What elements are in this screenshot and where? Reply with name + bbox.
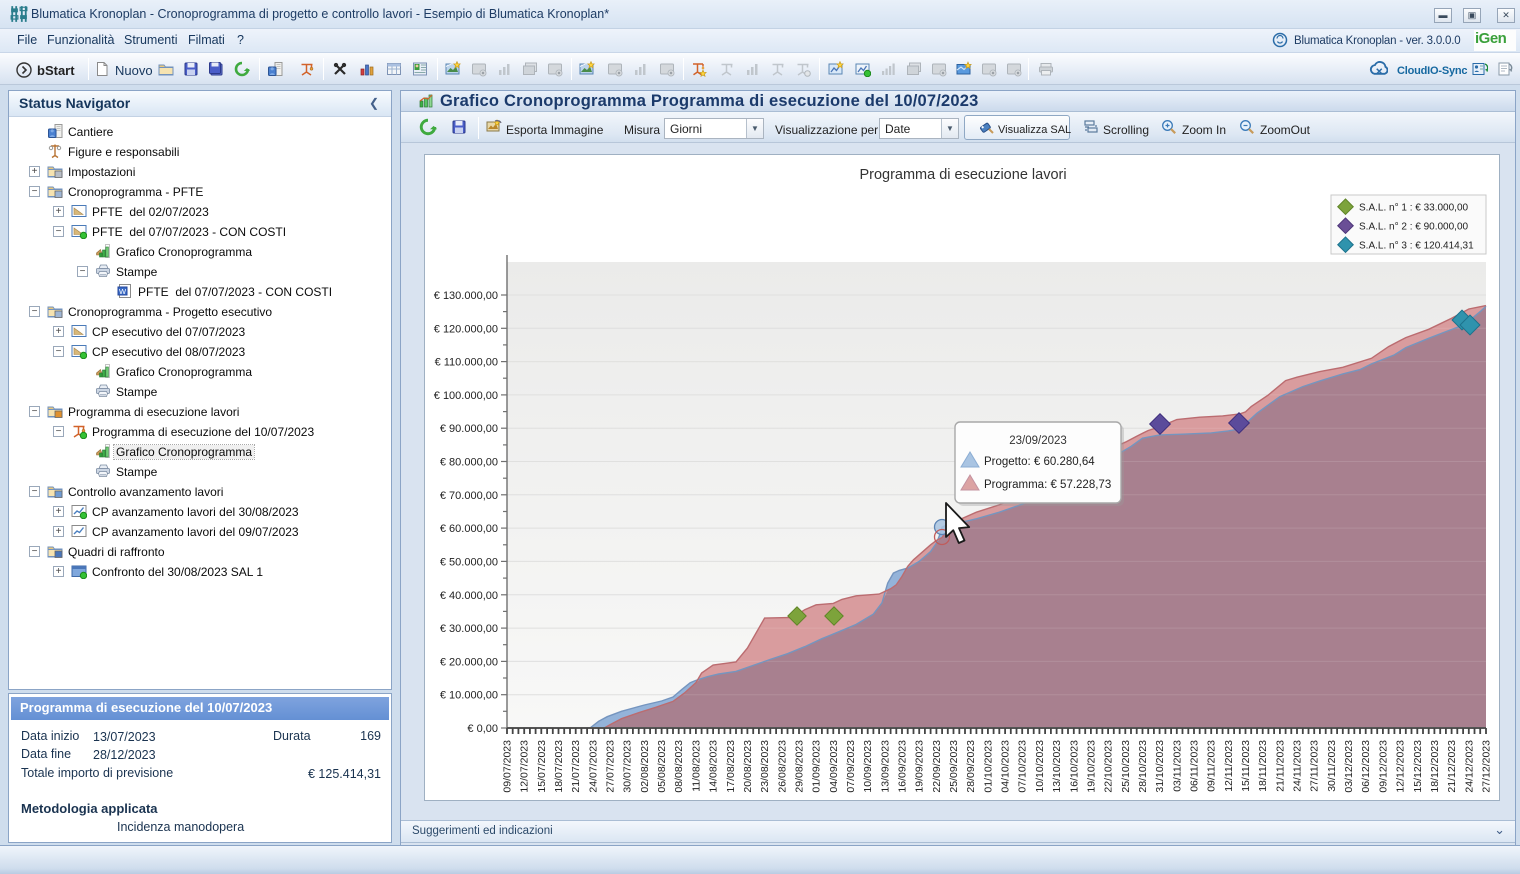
svg-text:09/07/2023: 09/07/2023 (502, 740, 514, 793)
svg-text:€ 110.000,00: € 110.000,00 (435, 357, 498, 369)
svg-text:06/11/2023: 06/11/2023 (1189, 740, 1201, 792)
svg-text:13/09/2023: 13/09/2023 (879, 740, 891, 793)
svg-text:21/07/2023: 21/07/2023 (570, 740, 582, 793)
svg-text:S.A.L. n° 3 : € 120.414,31: S.A.L. n° 3 : € 120.414,31 (1359, 241, 1474, 252)
svg-text:27/12/2023: 27/12/2023 (1481, 740, 1493, 793)
svg-text:12/07/2023: 12/07/2023 (519, 740, 531, 793)
svg-text:€ 30.000,00: € 30.000,00 (440, 623, 498, 635)
svg-text:19/09/2023: 19/09/2023 (914, 740, 926, 793)
svg-text:17/08/2023: 17/08/2023 (725, 740, 737, 793)
svg-text:€ 80.000,00: € 80.000,00 (440, 457, 498, 469)
svg-text:31/10/2023: 31/10/2023 (1154, 740, 1166, 793)
svg-text:15/12/2023: 15/12/2023 (1412, 740, 1424, 793)
svg-text:16/10/2023: 16/10/2023 (1068, 740, 1080, 793)
svg-text:22/09/2023: 22/09/2023 (931, 740, 943, 793)
svg-text:10/10/2023: 10/10/2023 (1034, 740, 1046, 793)
svg-text:24/11/2023: 24/11/2023 (1292, 740, 1304, 792)
svg-text:22/10/2023: 22/10/2023 (1103, 740, 1115, 793)
svg-text:30/07/2023: 30/07/2023 (622, 740, 634, 793)
svg-text:14/08/2023: 14/08/2023 (708, 740, 720, 793)
svg-text:€ 90.000,00: € 90.000,00 (440, 423, 498, 435)
svg-text:01/10/2023: 01/10/2023 (982, 740, 994, 793)
svg-text:€ 100.000,00: € 100.000,00 (434, 390, 498, 402)
svg-text:15/07/2023: 15/07/2023 (536, 740, 548, 793)
svg-text:11/08/2023: 11/08/2023 (690, 740, 702, 792)
svg-text:07/10/2023: 07/10/2023 (1017, 740, 1029, 793)
svg-text:12/12/2023: 12/12/2023 (1395, 740, 1407, 793)
svg-text:24/07/2023: 24/07/2023 (587, 740, 599, 793)
svg-text:€ 130.000,00: € 130.000,00 (434, 290, 498, 302)
svg-text:23/09/2023: 23/09/2023 (1009, 435, 1067, 447)
svg-text:13/10/2023: 13/10/2023 (1051, 740, 1063, 793)
svg-text:W: W (119, 287, 127, 296)
svg-text:S.A.L. n° 1 : € 33.000,00: S.A.L. n° 1 : € 33.000,00 (1359, 203, 1469, 214)
svg-text:€ 10.000,00: € 10.000,00 (440, 690, 498, 702)
svg-text:S.A.L. n° 2 : € 90.000,00: S.A.L. n° 2 : € 90.000,00 (1359, 222, 1469, 233)
svg-text:02/08/2023: 02/08/2023 (639, 740, 651, 793)
svg-text:€ 70.000,00: € 70.000,00 (440, 490, 498, 502)
svg-text:Programma: € 57.228,73: Programma: € 57.228,73 (984, 479, 1111, 491)
svg-text:27/07/2023: 27/07/2023 (605, 740, 617, 793)
svg-text:28/09/2023: 28/09/2023 (965, 740, 977, 793)
svg-text:04/10/2023: 04/10/2023 (1000, 740, 1012, 793)
svg-text:10/09/2023: 10/09/2023 (862, 740, 874, 793)
svg-text:29/08/2023: 29/08/2023 (794, 740, 806, 793)
svg-text:03/12/2023: 03/12/2023 (1343, 740, 1355, 793)
svg-text:€ 20.000,00: € 20.000,00 (440, 656, 498, 668)
svg-text:Programma di esecuzione lavori: Programma di esecuzione lavori (859, 167, 1066, 183)
svg-text:18/12/2023: 18/12/2023 (1429, 740, 1441, 793)
svg-text:21/12/2023: 21/12/2023 (1446, 740, 1458, 793)
svg-text:03/11/2023: 03/11/2023 (1171, 740, 1183, 792)
svg-text:20/08/2023: 20/08/2023 (742, 740, 754, 793)
svg-text:06/12/2023: 06/12/2023 (1360, 740, 1372, 793)
svg-text:08/08/2023: 08/08/2023 (673, 740, 685, 793)
svg-text:01/09/2023: 01/09/2023 (811, 740, 823, 793)
svg-text:26/08/2023: 26/08/2023 (776, 740, 788, 793)
svg-text:21/11/2023: 21/11/2023 (1274, 740, 1286, 792)
svg-text:09/11/2023: 09/11/2023 (1206, 740, 1218, 792)
svg-text:30/11/2023: 30/11/2023 (1326, 740, 1338, 792)
svg-text:€ 0,00: € 0,00 (467, 723, 498, 735)
svg-text:16/09/2023: 16/09/2023 (897, 740, 909, 793)
svg-text:19/10/2023: 19/10/2023 (1085, 740, 1097, 793)
svg-text:23/08/2023: 23/08/2023 (759, 740, 771, 793)
svg-text:€ 60.000,00: € 60.000,00 (440, 523, 498, 535)
svg-text:25/09/2023: 25/09/2023 (948, 740, 960, 793)
svg-text:05/08/2023: 05/08/2023 (656, 740, 668, 793)
svg-text:€ 40.000,00: € 40.000,00 (440, 590, 498, 602)
svg-text:07/09/2023: 07/09/2023 (845, 740, 857, 793)
svg-text:15/11/2023: 15/11/2023 (1240, 740, 1252, 792)
svg-text:18/07/2023: 18/07/2023 (553, 740, 565, 793)
svg-text:25/10/2023: 25/10/2023 (1120, 740, 1132, 793)
svg-text:12/11/2023: 12/11/2023 (1223, 740, 1235, 792)
svg-text:€ 120.000,00: € 120.000,00 (434, 323, 498, 335)
svg-text:24/12/2023: 24/12/2023 (1463, 740, 1475, 793)
svg-text:04/09/2023: 04/09/2023 (828, 740, 840, 793)
svg-text:Progetto: € 60.280,64: Progetto: € 60.280,64 (984, 456, 1095, 468)
svg-text:09/12/2023: 09/12/2023 (1377, 740, 1389, 793)
svg-text:28/10/2023: 28/10/2023 (1137, 740, 1149, 793)
svg-text:18/11/2023: 18/11/2023 (1257, 740, 1269, 792)
svg-text:27/11/2023: 27/11/2023 (1309, 740, 1321, 792)
svg-text:€ 50.000,00: € 50.000,00 (440, 556, 498, 568)
